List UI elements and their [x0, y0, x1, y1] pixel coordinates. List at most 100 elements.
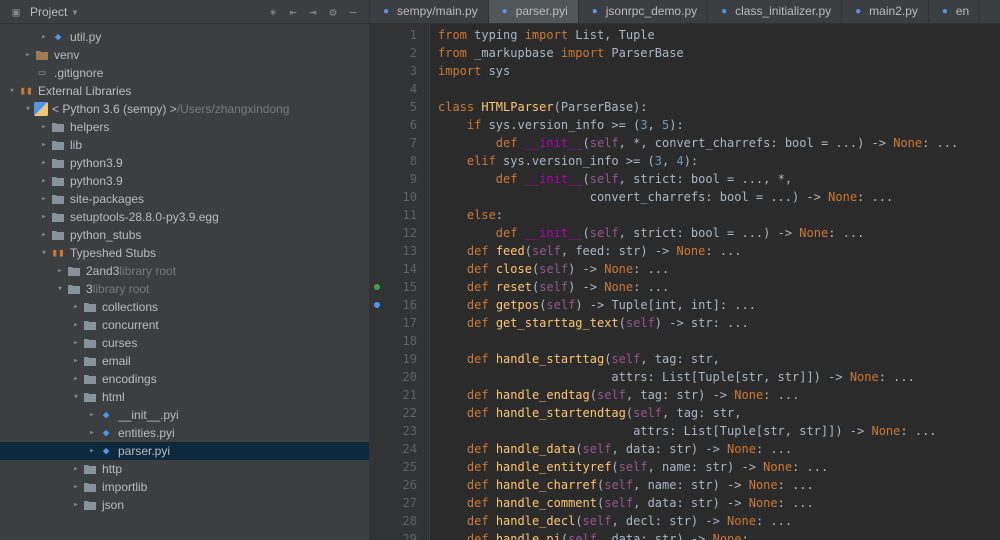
tree-item-python_stubs[interactable]: ▸python_stubs: [0, 226, 369, 244]
tree-item-3[interactable]: ▾3 library root: [0, 280, 369, 298]
chevron-right-icon[interactable]: ▸: [38, 226, 50, 244]
tree-item---Python-3-6--sempy---[interactable]: ▾< Python 3.6 (sempy) > /Users/zhangxind…: [0, 100, 369, 118]
tree-item-entities-pyi[interactable]: ▸◆entities.pyi: [0, 424, 369, 442]
code-line[interactable]: elif sys.version_info >= (3, 4):: [438, 152, 1000, 170]
code-line[interactable]: [438, 80, 1000, 98]
tab-en[interactable]: ●en: [929, 0, 980, 23]
chevron-down-icon[interactable]: ▾: [70, 388, 82, 406]
chevron-right-icon[interactable]: ▸: [38, 172, 50, 190]
code-line[interactable]: def __init__(self, *, convert_charrefs: …: [438, 134, 1000, 152]
tree-item-2and3[interactable]: ▸2and3 library root: [0, 262, 369, 280]
tree-item-importlib[interactable]: ▸importlib: [0, 478, 369, 496]
code-line[interactable]: def handle_comment(self, data: str) -> N…: [438, 494, 1000, 512]
tree-item-concurrent[interactable]: ▸concurrent: [0, 316, 369, 334]
code-line[interactable]: def handle_data(self, data: str) -> None…: [438, 440, 1000, 458]
code-line[interactable]: def handle_starttag(self, tag: str,: [438, 350, 1000, 368]
code-line[interactable]: def getpos(self) -> Tuple[int, int]: ...: [438, 296, 1000, 314]
code-line[interactable]: attrs: List[Tuple[str, str]]) -> None: .…: [438, 422, 1000, 440]
code-line[interactable]: import sys: [438, 62, 1000, 80]
chevron-down-icon[interactable]: ▾: [54, 280, 66, 298]
chevron-right-icon[interactable]: ▸: [38, 190, 50, 208]
tree-item-encodings[interactable]: ▸encodings: [0, 370, 369, 388]
tree-item-curses[interactable]: ▸curses: [0, 334, 369, 352]
project-tree[interactable]: ▸◆util.py▸venv·▭.gitignore▾▮▮External Li…: [0, 24, 369, 540]
code-editor[interactable]: 1234567891011121314151617181920212223242…: [370, 24, 1000, 540]
gutter-marker-run[interactable]: [374, 284, 380, 290]
code-line[interactable]: def feed(self, feed: str) -> None: ...: [438, 242, 1000, 260]
code-line[interactable]: def handle_entityref(self, name: str) ->…: [438, 458, 1000, 476]
hide-icon[interactable]: —: [345, 4, 361, 20]
code-line[interactable]: attrs: List[Tuple[str, str]]) -> None: .…: [438, 368, 1000, 386]
chevron-right-icon[interactable]: ▸: [70, 478, 82, 496]
tree-item-collections[interactable]: ▸collections: [0, 298, 369, 316]
chevron-right-icon[interactable]: ▸: [86, 406, 98, 424]
tree-item-helpers[interactable]: ▸helpers: [0, 118, 369, 136]
project-panel-icon[interactable]: ▣: [8, 4, 24, 20]
chevron-right-icon[interactable]: ▸: [70, 370, 82, 388]
tree-item-python3-9[interactable]: ▸python3.9: [0, 154, 369, 172]
code-line[interactable]: convert_charrefs: bool = ...) -> None: .…: [438, 188, 1000, 206]
tree-item-python3-9[interactable]: ▸python3.9: [0, 172, 369, 190]
tree-item--gitignore[interactable]: ·▭.gitignore: [0, 64, 369, 82]
tree-item-setuptools-28-8-0-py3-9-egg[interactable]: ▸setuptools-28.8.0-py3.9.egg: [0, 208, 369, 226]
tree-item-util-py[interactable]: ▸◆util.py: [0, 28, 369, 46]
code-line[interactable]: else:: [438, 206, 1000, 224]
chevron-right-icon[interactable]: ▸: [70, 496, 82, 514]
project-dropdown-icon[interactable]: ▾: [71, 5, 78, 19]
code-line[interactable]: def handle_decl(self, decl: str) -> None…: [438, 512, 1000, 530]
chevron-right-icon[interactable]: ▸: [22, 46, 34, 64]
tree-item-site-packages[interactable]: ▸site-packages: [0, 190, 369, 208]
tree-item-email[interactable]: ▸email: [0, 352, 369, 370]
chevron-right-icon[interactable]: ▸: [70, 334, 82, 352]
chevron-right-icon[interactable]: ▸: [38, 136, 50, 154]
code-line[interactable]: from _markupbase import ParserBase: [438, 44, 1000, 62]
chevron-right-icon[interactable]: ▸: [54, 262, 66, 280]
chevron-down-icon[interactable]: ▾: [38, 244, 50, 262]
chevron-right-icon[interactable]: ▸: [86, 424, 98, 442]
chevron-right-icon[interactable]: ▸: [38, 154, 50, 172]
tree-item-External-Libraries[interactable]: ▾▮▮External Libraries: [0, 82, 369, 100]
chevron-right-icon[interactable]: ▸: [70, 460, 82, 478]
code-line[interactable]: def reset(self) -> None: ...: [438, 278, 1000, 296]
tree-item-Typeshed-Stubs[interactable]: ▾▮▮Typeshed Stubs: [0, 244, 369, 262]
expand-all-icon[interactable]: ⇥: [305, 4, 321, 20]
tab-jsonrpc_demo-py[interactable]: ●jsonrpc_demo.py: [579, 0, 708, 23]
tree-item-__init__-pyi[interactable]: ▸◆__init__.pyi: [0, 406, 369, 424]
scroll-from-source-icon[interactable]: ✶: [265, 4, 281, 20]
collapse-all-icon[interactable]: ⇤: [285, 4, 301, 20]
tree-item-html[interactable]: ▾html: [0, 388, 369, 406]
code-line[interactable]: def handle_startendtag(self, tag: str,: [438, 404, 1000, 422]
tab-parser-pyi[interactable]: ●parser.pyi: [489, 0, 579, 23]
code-line[interactable]: def close(self) -> None: ...: [438, 260, 1000, 278]
source[interactable]: from typing import List, Tuplefrom _mark…: [430, 24, 1000, 540]
code-line[interactable]: [438, 332, 1000, 350]
tree-item-venv[interactable]: ▸venv: [0, 46, 369, 64]
chevron-right-icon[interactable]: ▸: [86, 442, 98, 460]
chevron-right-icon[interactable]: ▸: [38, 208, 50, 226]
code-line[interactable]: def __init__(self, strict: bool = ..., *…: [438, 170, 1000, 188]
code-line[interactable]: if sys.version_info >= (3, 5):: [438, 116, 1000, 134]
tree-item-lib[interactable]: ▸lib: [0, 136, 369, 154]
tab-main2-py[interactable]: ●main2.py: [842, 0, 929, 23]
code-line[interactable]: def handle_pi(self, data: str) -> None: …: [438, 530, 1000, 540]
code-line[interactable]: def handle_charref(self, name: str) -> N…: [438, 476, 1000, 494]
tab-class_initializer-py[interactable]: ●class_initializer.py: [708, 0, 842, 23]
settings-icon[interactable]: ⚙: [325, 4, 341, 20]
code-line[interactable]: def __init__(self, strict: bool = ...) -…: [438, 224, 1000, 242]
code-line[interactable]: def handle_endtag(self, tag: str) -> Non…: [438, 386, 1000, 404]
tree-item-parser-pyi[interactable]: ▸◆parser.pyi: [0, 442, 369, 460]
code-line[interactable]: from typing import List, Tuple: [438, 26, 1000, 44]
chevron-down-icon[interactable]: ▾: [22, 100, 34, 118]
tab-sempy-main-py[interactable]: ●sempy/main.py: [370, 0, 489, 23]
chevron-right-icon[interactable]: ▸: [38, 28, 50, 46]
tree-item-http[interactable]: ▸http: [0, 460, 369, 478]
code-line[interactable]: def get_starttag_text(self) -> str: ...: [438, 314, 1000, 332]
chevron-right-icon[interactable]: ▸: [70, 352, 82, 370]
tree-item-json[interactable]: ▸json: [0, 496, 369, 514]
code-line[interactable]: class HTMLParser(ParserBase):: [438, 98, 1000, 116]
chevron-right-icon[interactable]: ▸: [70, 316, 82, 334]
chevron-down-icon[interactable]: ▾: [6, 82, 18, 100]
chevron-right-icon[interactable]: ▸: [70, 298, 82, 316]
chevron-right-icon[interactable]: ▸: [38, 118, 50, 136]
editor-tabs[interactable]: ●sempy/main.py●parser.pyi●jsonrpc_demo.p…: [370, 0, 1000, 24]
